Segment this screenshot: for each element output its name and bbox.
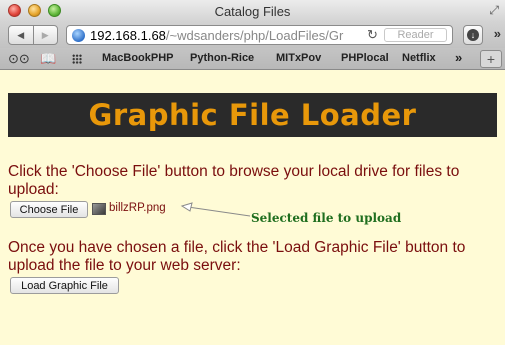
- downloads-button[interactable]: ↓: [463, 25, 483, 45]
- back-arrow-icon: ◀: [17, 29, 25, 40]
- url-field[interactable]: 192.168.1.68/~wdsanders/php/LoadFiles/Gr: [90, 28, 360, 43]
- selected-file-annotation: Selected file to upload: [251, 211, 402, 225]
- window-titlebar: Catalog Files ⤢: [0, 0, 505, 22]
- bookmark-netflix[interactable]: Netflix: [402, 52, 436, 64]
- download-arrow-icon: ↓: [467, 29, 479, 41]
- instruction-text: Once you have chosen a file, click the '…: [8, 239, 466, 274]
- fullscreen-icon[interactable]: ⤢: [489, 3, 499, 18]
- reader-button[interactable]: Reader: [384, 28, 447, 42]
- reading-list-icon[interactable]: ⊙⊙: [8, 51, 30, 67]
- url-host: 192.168.1.68: [90, 28, 166, 43]
- selected-file-name: billzRP.png: [109, 202, 166, 214]
- bookmark-macbookphp[interactable]: MacBookPHP: [102, 52, 174, 64]
- forward-button[interactable]: ▶: [32, 26, 58, 44]
- intro-text: Click the 'Choose File' button to browse…: [8, 163, 460, 198]
- bookmarks-bar: ⊙⊙ 📖 MacBookPHP Python-Rice MITxPov PHPl…: [0, 48, 505, 70]
- new-tab-button[interactable]: +: [480, 50, 502, 68]
- page-title: Graphic File Loader: [88, 98, 417, 132]
- back-button[interactable]: ◀: [9, 26, 33, 44]
- annotation-arrow-head: [180, 202, 193, 212]
- url-path: /~wdsanders/php/LoadFiles/Gr: [165, 28, 344, 43]
- page-banner: Graphic File Loader: [8, 93, 497, 137]
- bookmarks-overflow-button[interactable]: »: [455, 50, 462, 65]
- choose-file-button[interactable]: Choose File: [10, 201, 88, 218]
- reload-icon[interactable]: ↻: [367, 27, 378, 43]
- globe-icon: [72, 29, 85, 42]
- bookmark-phplocal[interactable]: PHPlocal: [341, 52, 389, 64]
- load-graphic-file-button[interactable]: Load Graphic File: [10, 277, 119, 294]
- top-sites-grid-icon[interactable]: [72, 54, 82, 64]
- bookmarks-book-icon[interactable]: 📖: [40, 51, 56, 67]
- annotation-arrow: [180, 202, 251, 217]
- image-file-icon: [92, 203, 106, 215]
- toolbar-overflow-icon[interactable]: »: [494, 26, 501, 41]
- annotation-arrow-line: [187, 206, 251, 217]
- bookmark-mitxpov[interactable]: MITxPov: [276, 52, 321, 64]
- address-bar[interactable]: 192.168.1.68/~wdsanders/php/LoadFiles/Gr…: [66, 25, 453, 45]
- nav-button-group: ◀ ▶: [8, 25, 58, 45]
- browser-toolbar: ◀ ▶ 192.168.1.68/~wdsanders/php/LoadFile…: [0, 22, 505, 48]
- forward-arrow-icon: ▶: [41, 29, 49, 40]
- bookmark-python-rice[interactable]: Python-Rice: [190, 52, 254, 64]
- window-title: Catalog Files: [214, 4, 291, 19]
